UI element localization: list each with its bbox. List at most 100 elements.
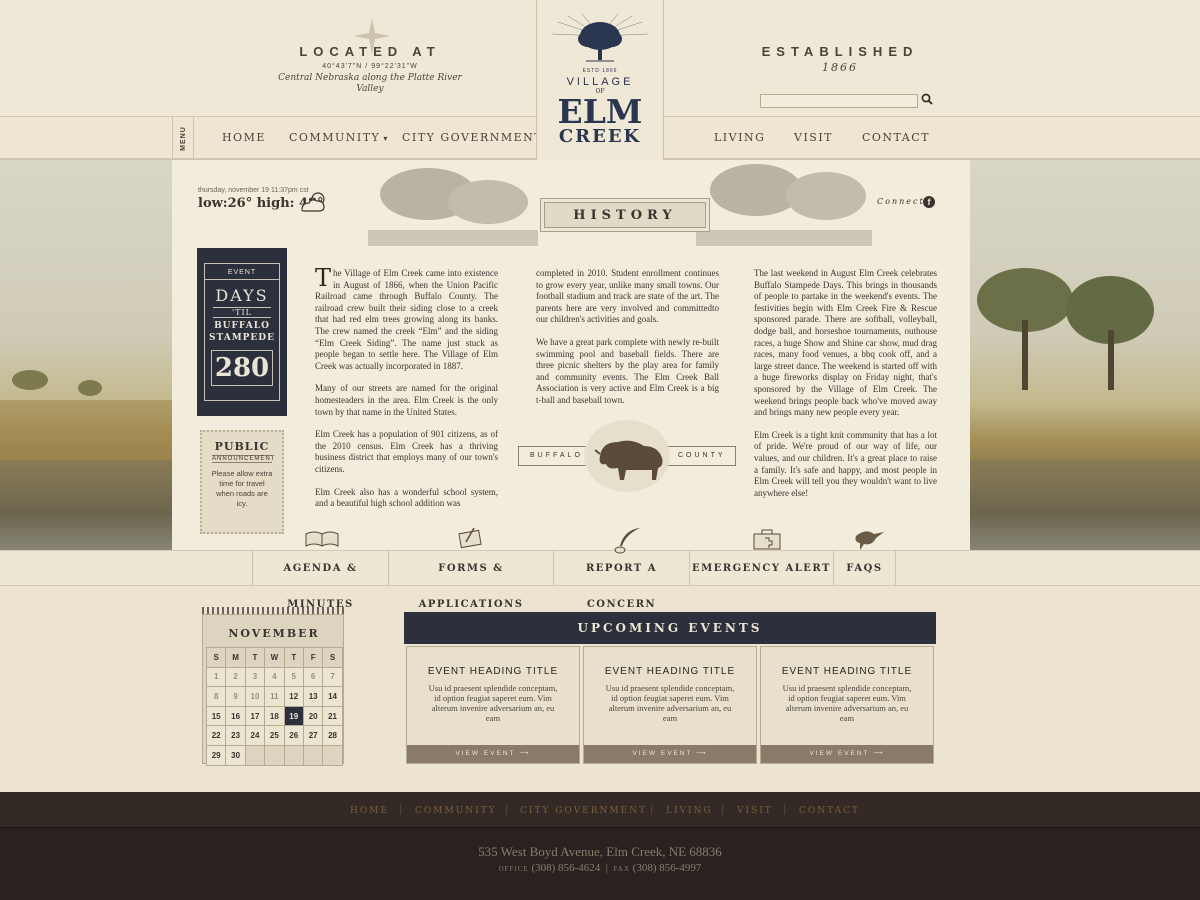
bison-icon — [594, 440, 663, 480]
calendar-day[interactable]: 30 — [225, 744, 246, 766]
event-countdown-ticket[interactable]: EVENT DAYS 'TIL BUFFALO STAMPEDE 280 — [197, 248, 287, 416]
menu-toggle[interactable]: MENU — [172, 117, 194, 159]
footer-nav-living[interactable]: LIVING — [666, 806, 713, 816]
calendar-day[interactable]: 25 — [264, 725, 285, 746]
nav-contact[interactable]: CONTACT — [862, 131, 930, 144]
calendar-day[interactable]: 3 — [244, 666, 266, 688]
footer-nav-city-government[interactable]: CITY GOVERNMENT — [520, 806, 647, 816]
nav-community[interactable]: COMMUNITY ▾ — [289, 131, 389, 144]
footer-separator: | — [721, 804, 725, 815]
meadow-illustration — [0, 370, 172, 460]
search-button[interactable] — [920, 92, 934, 108]
paragraph: We have a great park complete with newly… — [536, 336, 719, 405]
event-title: EVENT HEADING TITLE — [781, 666, 913, 677]
weekday-header: S — [322, 647, 343, 668]
footer-phones: OFFICE (308) 856-4624 | FAX (308) 856-49… — [0, 862, 1200, 874]
calendar-day[interactable]: 29 — [205, 744, 227, 766]
calendar-day[interactable]: 20 — [302, 705, 324, 727]
weekday-header: M — [225, 647, 246, 668]
nav-visit[interactable]: VISIT — [794, 131, 833, 144]
elm-tree-icon — [551, 13, 649, 62]
facebook-icon[interactable]: f — [923, 196, 935, 208]
ticket-frame: EVENT DAYS 'TIL BUFFALO STAMPEDE 280 — [204, 263, 280, 401]
river-left — [0, 460, 172, 550]
footer-separator: | — [650, 804, 654, 815]
calendar-day[interactable]: 27 — [302, 725, 324, 746]
trees-engraving-right — [696, 164, 872, 246]
view-event-label: VIEW EVENT — [455, 750, 516, 757]
calendar-day[interactable]: 16 — [225, 705, 246, 727]
footer-nav-home[interactable]: HOME — [350, 806, 389, 816]
calendar-day[interactable]: 23 — [225, 725, 246, 746]
nav-home[interactable]: HOME — [222, 131, 266, 144]
calendar-day[interactable]: 8 — [205, 686, 227, 707]
calendar-day[interactable]: 9 — [225, 686, 246, 707]
site-logo[interactable]: ESTD 1866 VILLAGE OF ELM CREEK — [536, 0, 664, 160]
quicklink-label: AGENDA & MINUTES — [283, 563, 358, 610]
site-footer: HOME | COMMUNITY | CITY GOVERNMENT | LIV… — [0, 792, 1200, 900]
bird-icon — [855, 531, 884, 550]
logo-creek: CREEK — [558, 126, 642, 147]
event-card: EVENT HEADING TITLE Usu id praesent sple… — [760, 646, 934, 764]
quicklink-agenda-minutes[interactable]: AGENDA & MINUTES — [252, 551, 388, 610]
footer-nav-visit[interactable]: VISIT — [737, 806, 773, 816]
quicklink-report-concern[interactable]: REPORT A CONCERN — [553, 551, 689, 610]
calendar-day[interactable]: 11 — [264, 686, 285, 707]
calendar-day[interactable]: 5 — [283, 666, 304, 688]
quicklink-forms-applications[interactable]: FORMS & APPLICATIONS — [388, 551, 553, 610]
view-event-button[interactable]: VIEW EVENT ⟶ — [584, 745, 756, 763]
calendar-day[interactable]: 22 — [205, 725, 227, 746]
trees-illustration — [977, 268, 1154, 390]
nav-living[interactable]: LIVING — [714, 131, 765, 144]
logo-village: VILLAGE — [566, 76, 634, 88]
footer-nav: HOME | COMMUNITY | CITY GOVERNMENT | LIV… — [0, 792, 1200, 828]
caret-down-icon: ▾ — [383, 134, 389, 143]
logo-elm: ELM — [557, 92, 643, 131]
office-phone[interactable]: (308) 856-4624 — [531, 862, 600, 874]
event-title: EVENT HEADING TITLE — [604, 666, 736, 677]
calendar-day[interactable]: 17 — [244, 705, 266, 727]
footer-separator: | — [399, 804, 403, 815]
calendar-day[interactable]: 15 — [205, 705, 227, 727]
calendar-grid: S M T W T F S 1 2 3 4 5 6 7 8 9 10 11 12 13 14 15 16 17 18 19 20 21… — [205, 647, 343, 766]
footer-nav-community[interactable]: COMMUNITY — [415, 806, 497, 816]
calendar-day[interactable]: 18 — [264, 705, 285, 727]
calendar-day[interactable]: 21 — [322, 705, 343, 727]
calendar-day[interactable]: 7 — [322, 666, 343, 688]
view-event-label: VIEW EVENT — [632, 750, 693, 757]
paragraph: Many of our streets are named for the or… — [315, 383, 498, 417]
calendar-day[interactable]: 6 — [302, 666, 324, 688]
event-card: EVENT HEADING TITLE Usu id praesent sple… — [406, 646, 580, 764]
event-body: Usu id praesent splendide conceptam, id … — [782, 683, 912, 723]
view-event-button[interactable]: VIEW EVENT ⟶ — [407, 745, 579, 763]
calendar-empty-cell — [264, 744, 285, 766]
calendar-day[interactable]: 4 — [264, 666, 285, 688]
footer-nav-contact[interactable]: CONTACT — [799, 806, 860, 816]
quicklink-label: REPORT A CONCERN — [586, 563, 657, 610]
calendar-day[interactable]: 28 — [322, 725, 343, 746]
quicklink-emergency-alert[interactable]: EMERGENCY ALERT — [689, 551, 833, 585]
fax-label: FAX — [613, 865, 630, 873]
history-column-3: The last weekend in August Elm Creek cel… — [754, 268, 937, 510]
event-title: EVENT HEADING TITLE — [427, 666, 559, 677]
calendar-day[interactable]: 12 — [283, 686, 304, 707]
quicklink-faqs[interactable]: FAQS — [833, 551, 896, 585]
search-input[interactable] — [760, 94, 918, 108]
calendar-day[interactable]: 10 — [244, 686, 266, 707]
view-event-button[interactable]: VIEW EVENT ⟶ — [761, 745, 933, 763]
calendar-day[interactable]: 1 — [205, 666, 227, 688]
section-title: HISTORY — [540, 198, 710, 232]
weekday-header: T — [283, 647, 304, 668]
calendar-day[interactable]: 24 — [244, 725, 266, 746]
quick-links-bar: AGENDA & MINUTES FORMS & APPLICATIONS RE… — [0, 550, 1200, 610]
nav-city-government[interactable]: CITY GOVERNMENT▾ — [402, 131, 552, 144]
calendar-day[interactable]: 26 — [283, 725, 304, 746]
events-heading: UPCOMING EVENTS — [404, 612, 936, 644]
upcoming-events: UPCOMING EVENTS EVENT HEADING TITLE Usu … — [404, 612, 936, 766]
calendar-day[interactable]: 13 — [302, 686, 324, 707]
calendar-day[interactable]: 2 — [225, 666, 246, 688]
paragraph: The last weekend in August Elm Creek cel… — [754, 268, 937, 418]
calendar-day-today[interactable]: 19 — [283, 705, 304, 727]
scroll-icon — [458, 527, 482, 549]
calendar-day[interactable]: 14 — [322, 686, 343, 707]
